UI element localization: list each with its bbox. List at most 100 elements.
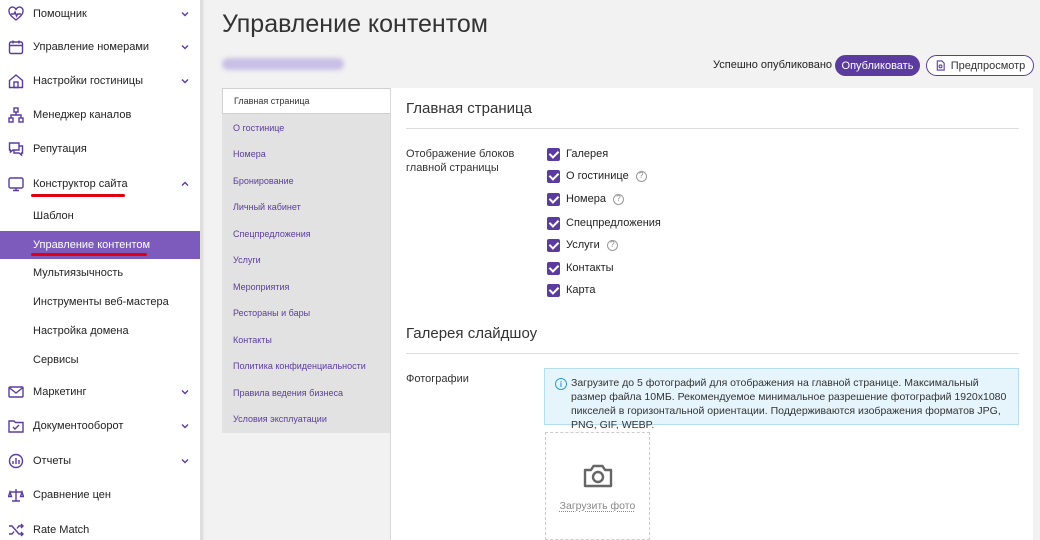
- tab-special-offers[interactable]: Спецпредложения: [222, 221, 391, 247]
- checkbox[interactable]: [547, 216, 560, 230]
- sidebar-item-hotel-settings[interactable]: Настройки гостиницы: [0, 64, 200, 98]
- sidebar-item-rooms[interactable]: Управление номерами: [0, 30, 200, 64]
- checkbox-label: Галерея: [566, 148, 609, 160]
- folder-check-icon: [8, 420, 24, 433]
- checkbox-rooms[interactable]: Номера ?: [547, 191, 624, 207]
- sidebar-item-channel-manager[interactable]: Менеджер каналов: [0, 98, 200, 132]
- help-icon[interactable]: ?: [606, 239, 618, 251]
- sidebar-item-reports[interactable]: Отчеты: [0, 444, 200, 478]
- upload-photo-dropzone[interactable]: Загрузить фото: [545, 432, 650, 540]
- info-alert: i Загрузите до 5 фотографий для отображе…: [544, 368, 1019, 431]
- sidebar-subitem-label: Настройка домена: [33, 325, 129, 337]
- publish-status: Успешно опубликовано: [713, 59, 833, 71]
- checkbox-gallery[interactable]: Галерея: [547, 146, 608, 162]
- preview-button[interactable]: Предпросмотр: [926, 55, 1034, 76]
- tab-privacy-policy[interactable]: Политика конфиденциальности: [222, 353, 391, 379]
- checkbox-map[interactable]: Карта: [547, 282, 595, 298]
- upload-photo-label: Загрузить фото: [559, 500, 636, 512]
- sidebar-divider: [201, 0, 205, 540]
- tab-label: Условия эксплуатации: [233, 414, 327, 424]
- sidebar-subitem-label: Шаблон: [33, 210, 74, 222]
- publish-button[interactable]: Опубликовать: [835, 55, 920, 76]
- tab-terms-of-use[interactable]: Условия эксплуатации: [222, 406, 391, 432]
- highlight-underline: [31, 194, 125, 197]
- sidebar-item-label: Управление номерами: [33, 41, 150, 53]
- checkbox[interactable]: [547, 283, 560, 297]
- help-icon[interactable]: ?: [612, 193, 624, 205]
- checkbox-label: Спецпредложения: [566, 217, 661, 229]
- checkbox-label: О гостинице: [566, 170, 629, 182]
- scales-icon: [8, 489, 24, 502]
- checkbox[interactable]: [547, 147, 560, 161]
- tab-label: Главная страница: [234, 96, 310, 106]
- checkbox[interactable]: [547, 169, 560, 183]
- sidebar-item-price-comparison[interactable]: Сравнение цен: [0, 478, 200, 512]
- tab-main-page[interactable]: Главная страница: [222, 88, 391, 114]
- tab-account[interactable]: Личный кабинет: [222, 194, 391, 220]
- checkbox[interactable]: [547, 261, 560, 275]
- tab-events[interactable]: Мероприятия: [222, 274, 391, 300]
- sidebar-item-label: Конструктор сайта: [33, 178, 128, 190]
- tab-label: Спецпредложения: [233, 229, 311, 239]
- checkbox-label: Услуги: [566, 239, 600, 251]
- chevron-down-icon: [181, 45, 189, 50]
- page-title: Управление контентом: [222, 10, 488, 38]
- tab-label: Услуги: [233, 255, 261, 265]
- site-url-link[interactable]: [222, 58, 344, 70]
- checkbox-label: Номера: [566, 193, 606, 205]
- checkbox-services[interactable]: Услуги ?: [547, 237, 618, 253]
- checkbox[interactable]: [547, 238, 560, 252]
- sidebar-item-reputation[interactable]: Репутация: [0, 132, 200, 166]
- sidebar-item-rate-match[interactable]: Rate Match: [0, 513, 200, 540]
- sidebar-item-label: Rate Match: [33, 524, 90, 536]
- section-title: Главная страница: [406, 100, 532, 117]
- sidebar-item-marketing[interactable]: Маркетинг: [0, 375, 200, 409]
- chevron-up-icon: [181, 181, 189, 186]
- sidebar-item-label: Менеджер каналов: [33, 109, 132, 121]
- sidebar-subitem-services[interactable]: Сервисы: [0, 346, 200, 374]
- chevron-down-icon: [181, 12, 189, 17]
- chevron-down-icon: [181, 424, 189, 429]
- highlight-underline: [31, 253, 147, 256]
- sidebar-subitem-label: Инструменты веб-мастера: [33, 296, 169, 308]
- sidebar-item-assistant[interactable]: Помощник: [0, 0, 200, 31]
- checkbox-label: Карта: [566, 284, 596, 296]
- tab-label: Правила ведения бизнеса: [233, 388, 343, 398]
- tab-restaurants[interactable]: Рестораны и бары: [222, 300, 391, 326]
- preview-button-label: Предпросмотр: [950, 59, 1026, 72]
- sidebar: Помощник Управление номерами Настройки г…: [0, 0, 201, 540]
- sidebar-item-label: Маркетинг: [33, 386, 87, 398]
- sitemap-icon: [8, 107, 24, 123]
- tab-business-rules[interactable]: Правила ведения бизнеса: [222, 380, 391, 406]
- tab-booking[interactable]: Бронирование: [222, 168, 391, 194]
- sidebar-item-label: Сравнение цен: [33, 489, 111, 501]
- section-title: Галерея слайдшоу: [406, 325, 538, 342]
- sidebar-subitem-webmaster-tools[interactable]: Инструменты веб-мастера: [0, 288, 200, 316]
- sidebar-item-label: Репутация: [33, 143, 87, 155]
- tab-rooms[interactable]: Номера: [222, 141, 391, 167]
- tab-label: Бронирование: [233, 176, 294, 186]
- sidebar-subitem-template[interactable]: Шаблон: [0, 202, 200, 230]
- help-icon[interactable]: ?: [635, 170, 647, 182]
- tab-contacts[interactable]: Контакты: [222, 327, 391, 353]
- sidebar-item-documents[interactable]: Документооборот: [0, 409, 200, 443]
- sidebar-subitem-multilanguage[interactable]: Мультиязычность: [0, 259, 200, 287]
- checkbox[interactable]: [547, 192, 560, 206]
- checkbox-about-hotel[interactable]: О гостинице ?: [547, 168, 647, 184]
- checkbox-contacts[interactable]: Контакты: [547, 260, 614, 276]
- chevron-down-icon: [181, 390, 189, 395]
- checkbox-label: Контакты: [566, 262, 614, 274]
- envelope-icon: [8, 386, 24, 398]
- chevron-down-icon: [181, 79, 189, 84]
- calendar-icon: [8, 40, 24, 55]
- sidebar-item-label: Отчеты: [33, 455, 72, 467]
- tab-label: О гостинице: [233, 123, 285, 133]
- shuffle-icon: [9, 523, 24, 537]
- sidebar-subitem-domain-settings[interactable]: Настройка домена: [0, 317, 200, 345]
- chevron-down-icon: [181, 459, 189, 464]
- checkbox-special-offers[interactable]: Спецпредложения: [547, 215, 661, 231]
- monitor-icon: [8, 177, 24, 192]
- tab-about-hotel[interactable]: О гостинице: [222, 115, 391, 141]
- tab-services[interactable]: Услуги: [222, 247, 391, 273]
- tab-label: Рестораны и бары: [233, 308, 311, 318]
